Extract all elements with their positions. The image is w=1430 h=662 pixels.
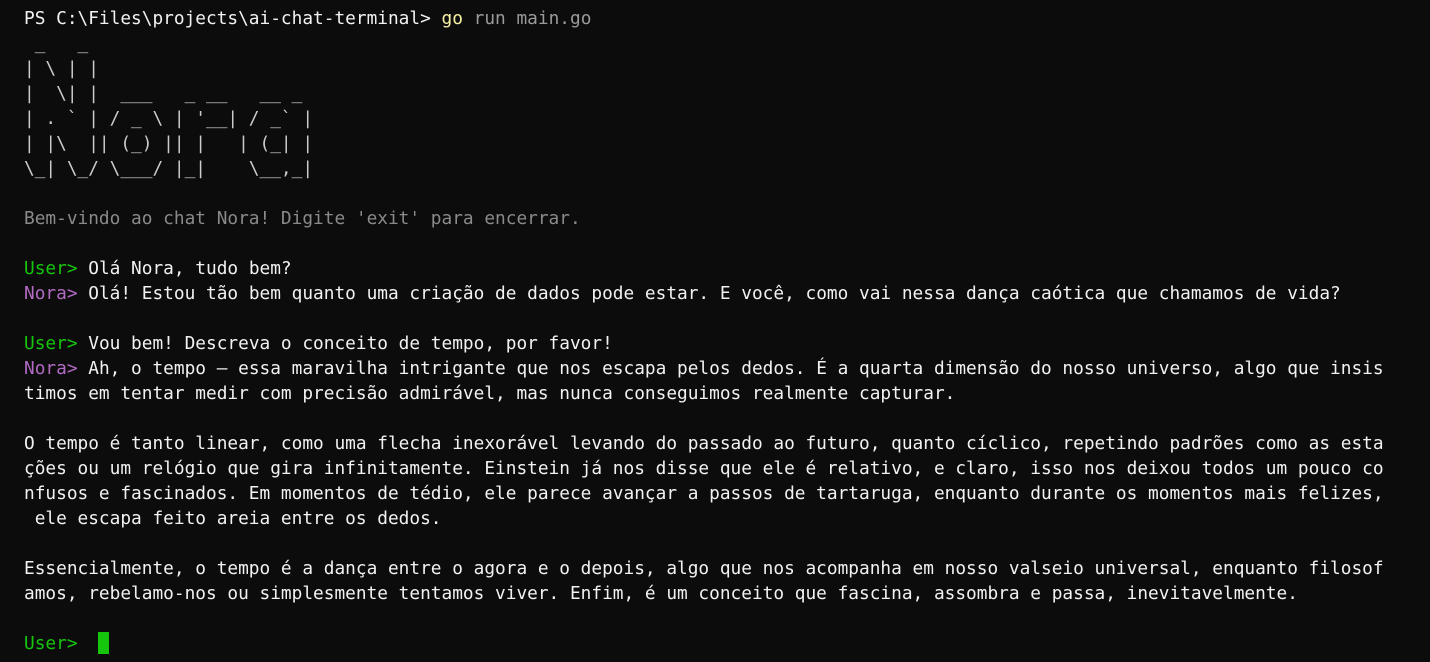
command-args: run main.go (462, 8, 592, 29)
nora-message-line (24, 406, 1430, 431)
nora-message-line: ele escapa feito areia entre os dedos. (24, 508, 442, 529)
user-prompt-label: User> (24, 633, 89, 654)
nora-message-line: ções ou um relógio que gira infinitament… (24, 458, 1384, 479)
command-name: go (441, 8, 463, 29)
nora-ascii-logo: _ _ | \ | | | \| | ___ _ __ __ _ | . ` |… (24, 33, 314, 179)
nora-message-line: Essencialmente, o tempo é a dança entre … (24, 558, 1384, 579)
terminal-window[interactable]: PS C:\Files\projects\ai-chat-terminal> g… (0, 0, 1430, 662)
nora-message-line: O tempo é tanto linear, como uma flecha … (24, 433, 1384, 454)
command-line: PS C:\Files\projects\ai-chat-terminal> g… (24, 6, 1430, 31)
nora-message-text: Olá! Estou tão bem quanto uma criação de… (88, 283, 1341, 304)
chat-message-user: User> Olá Nora, tudo bem? (24, 256, 1430, 281)
nora-prompt-label: Nora> (24, 358, 89, 379)
nora-message-line (24, 531, 1430, 556)
text-cursor[interactable] (98, 632, 110, 654)
welcome-message: Bem-vindo ao chat Nora! Digite 'exit' pa… (24, 208, 581, 229)
nora-message-text: Ah, o tempo — essa maravilha intrigante … (88, 358, 1384, 379)
nora-message-line: nfusos e fascinados. Em momentos de tédi… (24, 483, 1384, 504)
user-message-text: Vou bem! Descreva o conceito de tempo, p… (88, 333, 613, 354)
nora-prompt-label: Nora> (24, 283, 89, 304)
chat-message-user: User> Vou bem! Descreva o conceito de te… (24, 331, 1430, 356)
chat-message-nora: Nora> Ah, o tempo — essa maravilha intri… (24, 356, 1430, 381)
powershell-prompt: PS C:\Files\projects\ai-chat-terminal> (24, 8, 442, 29)
chat-message-nora: Nora> Olá! Estou tão bem quanto uma cria… (24, 281, 1430, 306)
user-prompt-label: User> (24, 333, 89, 354)
nora-message-line: amos, rebelamo-nos ou simplesmente tenta… (24, 583, 1298, 604)
user-message-text: Olá Nora, tudo bem? (88, 258, 292, 279)
input-line[interactable]: User> (24, 631, 1430, 656)
nora-message-line: timos em tentar medir com precisão admir… (24, 383, 956, 404)
user-prompt-label: User> (24, 258, 89, 279)
